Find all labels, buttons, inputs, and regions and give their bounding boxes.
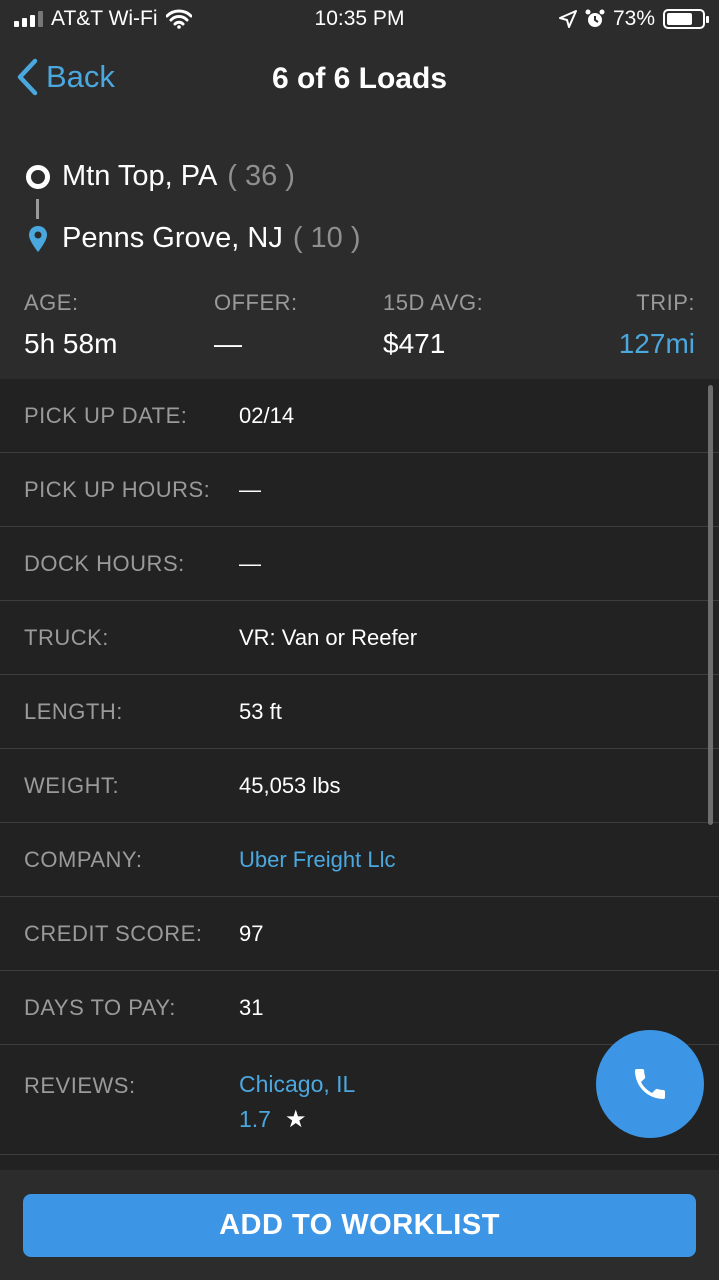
page-title: 6 of 6 Loads <box>271 62 448 95</box>
detail-label: WEIGHT: <box>24 772 120 798</box>
detail-row-pickup-date: PICK UP DATE: 02/14 <box>0 379 719 453</box>
reviews-location-link[interactable]: Chicago, IL <box>239 1071 355 1098</box>
battery-percent: 73% <box>612 7 655 30</box>
stat-avg: 15D AVG: $471 <box>383 290 483 360</box>
stat-trip-label: TRIP: <box>636 290 695 315</box>
detail-value: 53 ft <box>239 698 282 724</box>
detail-row-company: COMPANY: Uber Freight Llc <box>0 823 719 897</box>
detail-label: PICK UP HOURS: <box>24 476 211 502</box>
stat-age-value: 5h 58m <box>24 328 118 359</box>
detail-value: VR: Van or Reefer <box>239 624 418 650</box>
call-button[interactable] <box>596 1030 704 1138</box>
status-right: 73% <box>558 7 709 31</box>
stat-avg-label: 15D AVG: <box>383 290 484 315</box>
stat-offer: OFFER: — <box>214 290 298 360</box>
detail-value: 97 <box>239 920 264 946</box>
detail-row-days-to-pay: DAYS TO PAY: 31 <box>0 971 719 1045</box>
stat-age: AGE: 5h 58m <box>24 290 117 360</box>
status-bar: AT&T Wi-Fi 10:35 PM 73% <box>0 0 719 40</box>
origin-ring-icon <box>24 164 52 189</box>
reviews-rating-link[interactable]: 1.7 ★ <box>239 1105 307 1134</box>
detail-value: — <box>239 550 261 576</box>
bottom-action-bar: ADD TO WORKLIST <box>0 1170 719 1280</box>
star-icon: ★ <box>284 1106 307 1133</box>
detail-label: CREDIT SCORE: <box>24 920 203 946</box>
company-link[interactable]: Uber Freight Llc <box>239 847 396 873</box>
map-pin-icon <box>24 225 52 253</box>
stat-avg-value: $471 <box>383 328 446 359</box>
stat-offer-value: — <box>214 328 242 359</box>
route-destination: Penns Grove, NJ ( 10 ) <box>24 222 361 255</box>
detail-value: 31 <box>239 994 264 1020</box>
detail-value: 02/14 <box>239 402 295 428</box>
stat-trip: TRIP: 127mi <box>619 290 695 360</box>
phone-icon <box>635 1069 665 1099</box>
load-summary: Mtn Top, PA ( 36 ) Penns Grove, NJ ( 10 … <box>0 125 719 379</box>
stat-age-label: AGE: <box>24 290 79 315</box>
destination-city: Penns Grove, NJ <box>62 222 283 254</box>
detail-row-length: LENGTH: 53 ft <box>0 675 719 749</box>
stat-offer-label: OFFER: <box>214 290 298 315</box>
route-origin: Mtn Top, PA ( 36 ) <box>24 160 295 193</box>
rating-value: 1.7 <box>239 1106 271 1132</box>
route-connector <box>36 199 39 219</box>
stat-trip-value: 127mi <box>618 328 695 359</box>
add-to-worklist-button[interactable]: ADD TO WORKLIST <box>23 1194 696 1257</box>
detail-row-pickup-hours: PICK UP HOURS: — <box>0 453 719 527</box>
destination-count: ( 10 ) <box>292 222 361 254</box>
battery-icon <box>663 9 709 29</box>
scrollbar[interactable] <box>708 385 713 825</box>
detail-row-dock-hours: DOCK HOURS: — <box>0 527 719 601</box>
location-arrow-icon <box>558 10 577 28</box>
detail-value: 45,053 lbs <box>239 772 341 798</box>
detail-label: COMPANY: <box>24 846 143 872</box>
origin-city: Mtn Top, PA <box>62 160 218 192</box>
detail-label: DOCK HOURS: <box>24 550 185 576</box>
detail-label: REVIEWS: <box>24 1073 136 1098</box>
detail-value: — <box>239 476 261 502</box>
battery-level <box>667 13 692 25</box>
detail-row-credit-score: CREDIT SCORE: 97 <box>0 897 719 971</box>
navigation-bar: Back 6 of 6 Loads <box>0 40 719 125</box>
detail-label: TRUCK: <box>24 624 109 650</box>
detail-label: PICK UP DATE: <box>24 402 188 428</box>
detail-row-truck: TRUCK: VR: Van or Reefer <box>0 601 719 675</box>
detail-row-weight: WEIGHT: 45,053 lbs <box>0 749 719 823</box>
detail-label: DAYS TO PAY: <box>24 994 176 1020</box>
alarm-icon <box>585 9 605 27</box>
detail-label: LENGTH: <box>24 698 123 724</box>
origin-count: ( 36 ) <box>227 160 295 192</box>
